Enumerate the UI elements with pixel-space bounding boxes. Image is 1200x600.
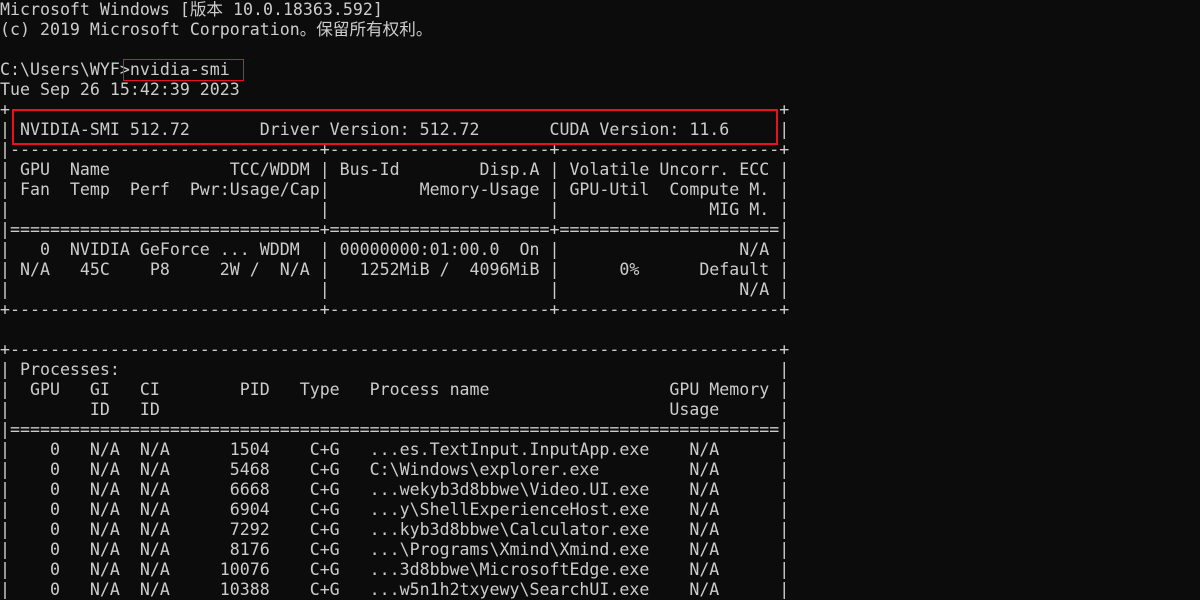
gpu-row-2: | N/A 45C P8 2W / N/A | 1252MiB / 4096Mi… xyxy=(0,260,790,279)
gpu-header-divider: |===============================+=======… xyxy=(0,220,790,239)
process-row: | 0 N/A N/A 10388 C+G ...w5n1h2txyewy\Se… xyxy=(0,580,790,599)
process-row: | 0 N/A N/A 10076 C+G ...3d8bbwe\Microso… xyxy=(0,560,790,579)
processes-title: | Processes: | xyxy=(0,360,790,379)
processes-header-row-1: | GPU GI CI PID Type Process name GPU Me… xyxy=(0,380,790,399)
processes-border-top: +---------------------------------------… xyxy=(0,340,790,359)
version-highlight-box xyxy=(12,109,778,145)
gpu-header-row-3: | | | MIG M. | xyxy=(0,200,790,219)
gpu-row-3: | | | N/A | xyxy=(0,280,790,299)
process-row: | 0 N/A N/A 6904 C+G ...y\ShellExperienc… xyxy=(0,500,790,519)
processes-header-row-2: | ID ID Usage | xyxy=(0,400,790,419)
timestamp-line: Tue Sep 26 15:42:39 2023 xyxy=(0,80,240,99)
processes-header-divider: |=======================================… xyxy=(0,420,790,439)
process-row: | 0 N/A N/A 8176 C+G ...\Programs\Xmind\… xyxy=(0,540,790,559)
gpu-row-1: | 0 NVIDIA GeForce ... WDDM | 00000000:0… xyxy=(0,240,790,259)
process-row: | 0 N/A N/A 1504 C+G ...es.TextInput.Inp… xyxy=(0,440,790,459)
os-version-line: Microsoft Windows [版本 10.0.18363.592] xyxy=(0,0,383,19)
process-row: | 0 N/A N/A 7292 C+G ...kyb3d8bbwe\Calcu… xyxy=(0,520,790,539)
gpu-header-row-2: | Fan Temp Perf Pwr:Usage/Cap| Memory-Us… xyxy=(0,180,790,199)
copyright-line: (c) 2019 Microsoft Corporation。保留所有权利。 xyxy=(0,20,433,39)
process-row: | 0 N/A N/A 5468 C+G C:\Windows\explorer… xyxy=(0,460,790,479)
gpu-table-border-bottom: +-------------------------------+-------… xyxy=(0,300,790,319)
gpu-header-row-1: | GPU Name TCC/WDDM | Bus-Id Disp.A | Vo… xyxy=(0,160,790,179)
command-highlight-box xyxy=(123,59,244,81)
process-row: | 0 N/A N/A 6668 C+G ...wekyb3d8bbwe\Vid… xyxy=(0,480,790,499)
terminal-window[interactable]: Microsoft Windows [版本 10.0.18363.592] (c… xyxy=(0,0,1200,600)
